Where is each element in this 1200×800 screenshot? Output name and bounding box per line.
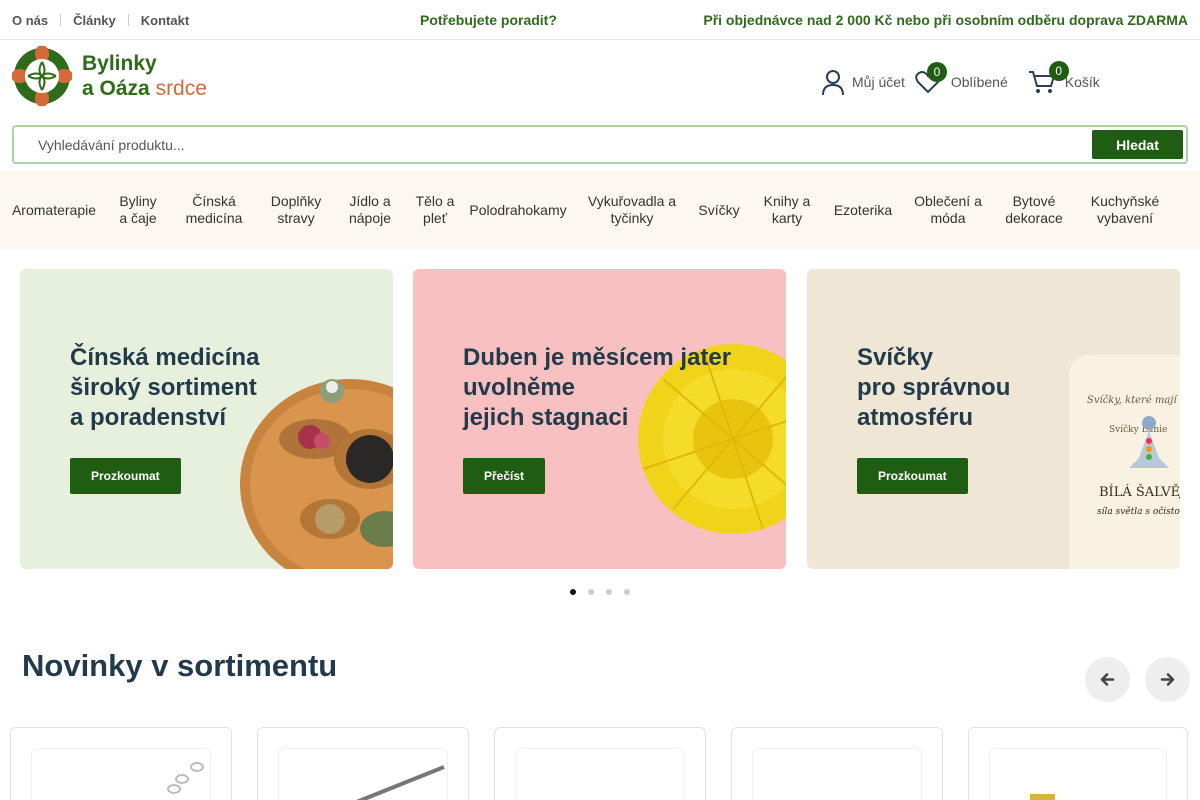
advice-link[interactable]: Potřebujete poradit? xyxy=(420,12,557,28)
carousel-dot-2[interactable] xyxy=(588,589,594,595)
favorites-button[interactable]: 0 Oblíbené xyxy=(915,62,1008,94)
logo-flower-icon xyxy=(12,46,72,106)
nav-item-polodrahokamy[interactable]: Polodrahokamy xyxy=(462,202,574,219)
product-card[interactable] xyxy=(731,727,943,800)
site-logo[interactable]: Bylinky a Oáza srdce xyxy=(12,46,222,106)
product-image xyxy=(515,748,685,800)
nav-item-ezoterika[interactable]: Ezoterika xyxy=(826,202,900,219)
nav-item-byliny[interactable]: Byliny a čaje xyxy=(108,193,168,227)
product-image xyxy=(278,748,448,800)
favorites-count-badge: 0 xyxy=(926,62,947,82)
nav-item-svicky[interactable]: Svíčky xyxy=(690,202,748,219)
link-about[interactable]: O nás xyxy=(12,13,48,28)
chain-image xyxy=(167,762,204,794)
product-card[interactable] xyxy=(494,727,706,800)
read-button[interactable]: Přečíst xyxy=(463,458,546,494)
banner-title: Duben je měsícem jater uvolněme jejich s… xyxy=(463,344,732,431)
candle-text4: síla světla s očistou xyxy=(1097,507,1180,517)
banner-title: Svíčky pro správnou atmosféru xyxy=(857,344,1011,431)
search-button[interactable]: Hledat xyxy=(1092,130,1183,159)
account-button[interactable]: Můj účet xyxy=(820,68,905,96)
product-image xyxy=(31,748,211,800)
product-image xyxy=(989,748,1167,800)
nav-item-obleceni[interactable]: Oblečení a móda xyxy=(900,193,996,227)
cart-label: Košík xyxy=(1064,74,1100,90)
banner-candles[interactable]: Svíčky, které mají dv Svíčky Lunie BÍLÁ … xyxy=(807,269,1180,569)
link-contact[interactable]: Kontakt xyxy=(141,13,189,28)
product-card[interactable] xyxy=(257,727,469,800)
candle-text3: BÍLÁ ŠALVĚJ xyxy=(1099,485,1180,500)
section-title: Novinky v sortimentu xyxy=(22,648,338,683)
nav-item-vykurovadla[interactable]: Vykuřovadla a tyčinky xyxy=(574,193,690,227)
logo-line2a: a Oáza xyxy=(82,77,150,100)
banner-title: Čínská medicína široký sortiment a porad… xyxy=(70,344,260,431)
user-icon xyxy=(822,70,844,96)
favorites-label: Oblíbené xyxy=(950,74,1008,90)
wand-image xyxy=(356,765,445,800)
divider xyxy=(127,14,129,26)
top-bar: O nás Články Kontakt Potřebujete poradit… xyxy=(0,0,1200,40)
logo-line2: a Oáza srdce xyxy=(82,76,207,101)
explore-button[interactable]: Prozkoumat xyxy=(857,458,968,494)
carousel-dot-1[interactable] xyxy=(570,589,576,595)
candle-image: Svíčky, které mají dv Svíčky Lunie BÍLÁ … xyxy=(1069,355,1180,569)
top-links: O nás Články Kontakt xyxy=(12,0,189,40)
product-card[interactable] xyxy=(968,727,1188,800)
nav-item-kuchynske[interactable]: Kuchyňské vybavení xyxy=(1072,193,1178,227)
banner-chinese-medicine[interactable]: Čínská medicína široký sortiment a porad… xyxy=(20,269,393,569)
nav-item-cinska-medicina[interactable]: Čínská medicína xyxy=(168,193,260,227)
cart-button[interactable]: 0 Košík xyxy=(1028,61,1100,95)
carousel-dots xyxy=(570,589,642,595)
product-image xyxy=(752,748,922,800)
shipping-notice: Při objednávce nad 2 000 Kč nebo při oso… xyxy=(703,12,1188,28)
arrow-right-icon xyxy=(1160,673,1175,686)
banner-liver-month[interactable]: Duben je měsícem jater uvolněme jejich s… xyxy=(413,269,786,569)
cart-count-badge: 0 xyxy=(1048,61,1069,81)
divider xyxy=(60,14,62,26)
nav-item-telo[interactable]: Tělo a pleť xyxy=(408,193,462,227)
category-nav: Aromaterapie Byliny a čaje Čínská medicí… xyxy=(0,171,1200,249)
explore-button[interactable]: Prozkoumat xyxy=(70,458,181,494)
next-button[interactable] xyxy=(1145,657,1190,702)
logo-text: Bylinky a Oáza srdce xyxy=(82,51,207,101)
nav-item-aromaterapie[interactable]: Aromaterapie xyxy=(0,202,108,219)
header-actions: Můj účet 0 Oblíbené 0 Košík xyxy=(820,61,1100,102)
meditation-figure-icon xyxy=(1129,416,1169,468)
logo-line2b: srdce xyxy=(155,77,207,100)
nav-item-doplnky[interactable]: Doplňky stravy xyxy=(260,193,332,227)
nav-item-bytove[interactable]: Bytové dekorace xyxy=(996,193,1072,227)
logo-line1: Bylinky xyxy=(82,52,157,75)
arrow-left-icon xyxy=(1100,673,1115,686)
nav-item-knihy[interactable]: Knihy a karty xyxy=(748,193,826,227)
search-input[interactable] xyxy=(38,135,1038,155)
carousel-dot-4[interactable] xyxy=(624,589,630,595)
candle-text1: Svíčky, které mají dv xyxy=(1087,395,1180,406)
search-bar: Hledat xyxy=(12,125,1188,164)
nav-item-jidlo[interactable]: Jídlo a nápoje xyxy=(332,193,408,227)
herbs-image xyxy=(240,379,393,569)
account-label: Můj účet xyxy=(852,74,905,90)
product-card[interactable] xyxy=(10,727,232,800)
link-articles[interactable]: Články xyxy=(73,13,116,28)
carousel-dot-3[interactable] xyxy=(606,589,612,595)
gold-item-image xyxy=(1030,794,1055,800)
prev-button[interactable] xyxy=(1085,657,1130,702)
